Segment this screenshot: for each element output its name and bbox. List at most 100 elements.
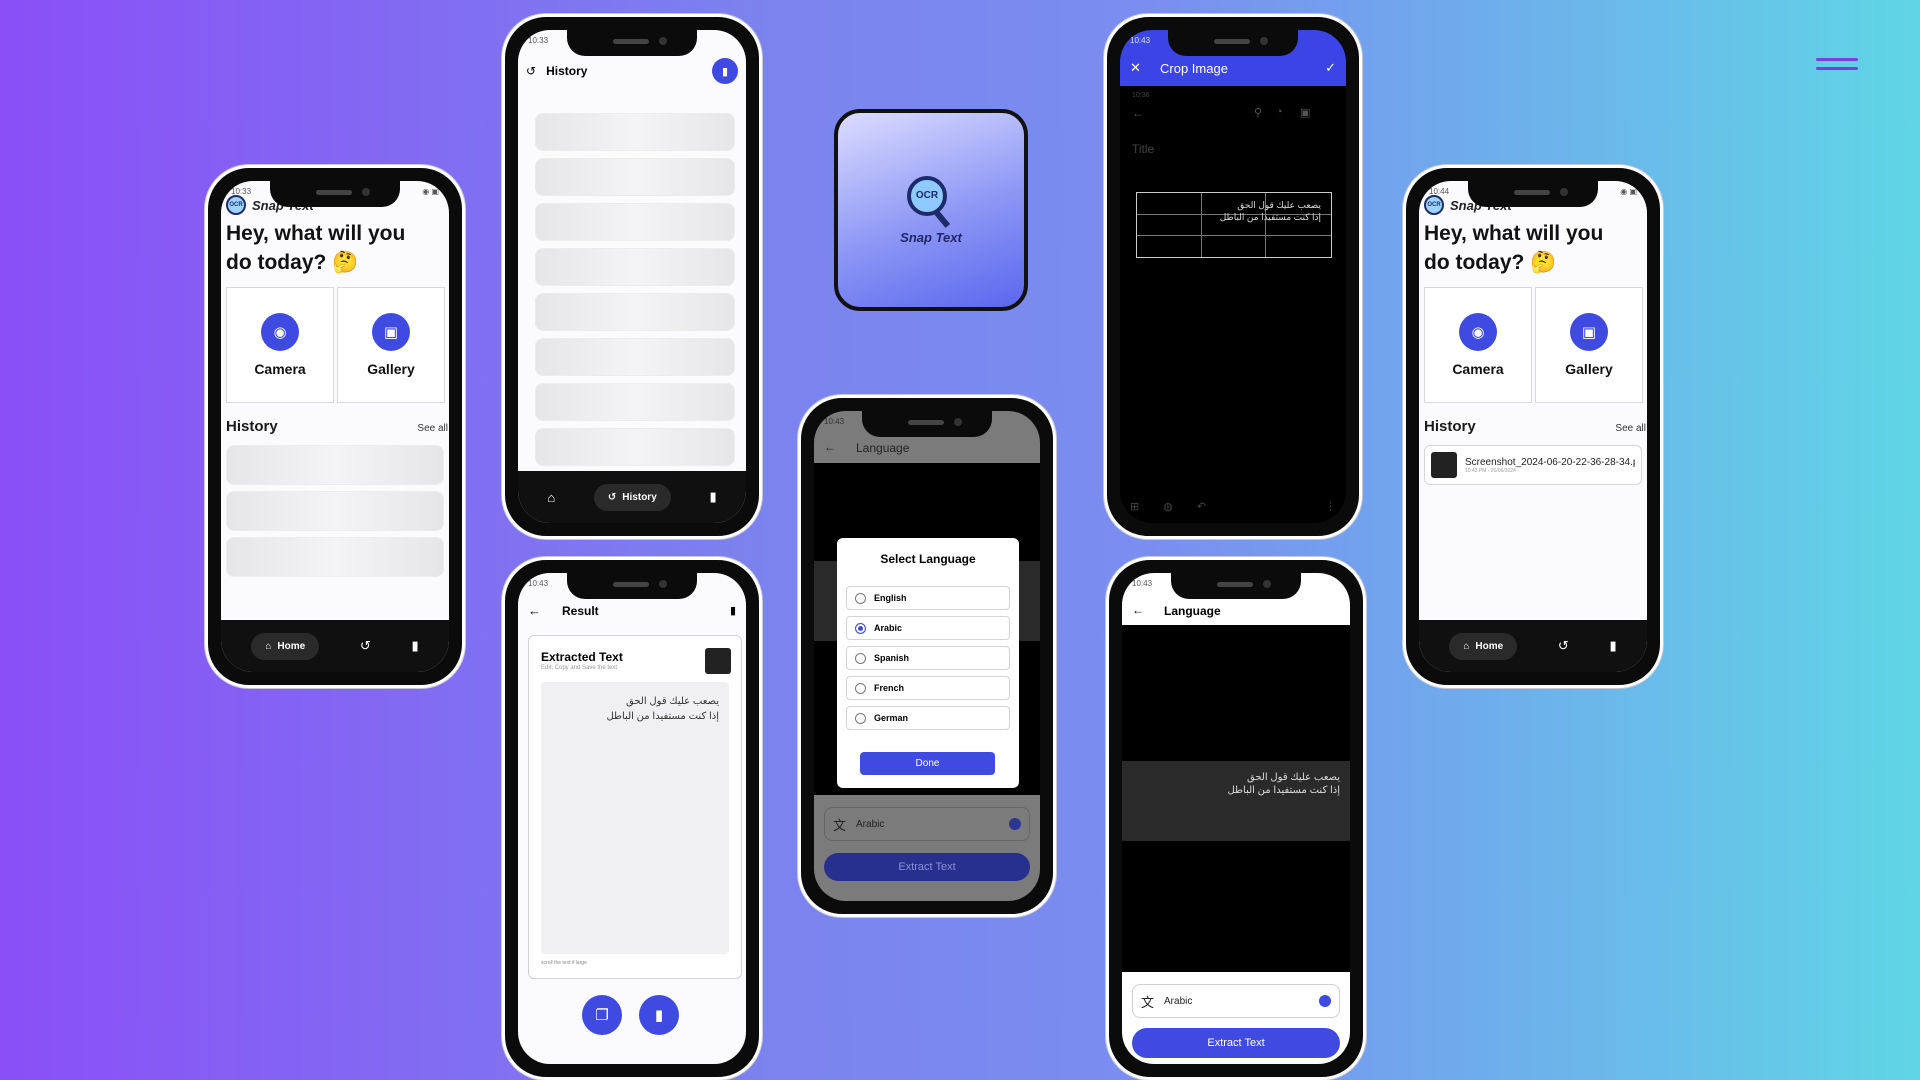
crop-frame[interactable]: يصعب عليك قول الحق إذا كنت مستفيدا من ال… [1136, 192, 1332, 258]
language-option-label: French [874, 683, 905, 693]
radio-icon [855, 682, 866, 694]
screen: 10:44◉ ▣ OCRSnap Text Hey, what will you… [1419, 181, 1647, 672]
nav-home[interactable]: ⌂ Home [251, 632, 320, 660]
history-skeleton [535, 383, 735, 421]
nav-home[interactable]: ⌂ Home [1449, 632, 1518, 660]
language-selector: 文 Arabic [824, 807, 1030, 841]
language-option-german[interactable]: German [846, 706, 1010, 730]
crop-text: يصعب عليك قول الحق إذا كنت مستفيدا من ال… [1219, 200, 1321, 222]
back-icon[interactable]: ← [528, 603, 541, 618]
bottom-nav: ⌂ ↺ History ▮ [518, 471, 746, 523]
radio-icon [855, 652, 866, 664]
select-language-dialog: Select Language English Arabic Spanish Fren… [837, 538, 1019, 788]
radio-icon [855, 712, 866, 724]
language-option-label: English [874, 593, 907, 603]
language-list: English Arabic Spanish French German [846, 586, 1010, 734]
history-skeleton [535, 428, 735, 466]
palette-icon: ◍ [1163, 501, 1173, 513]
thumbnail [705, 648, 731, 674]
camera-button[interactable]: ◉ Camera [226, 287, 334, 403]
pin-icon: ⚲ [1254, 107, 1263, 119]
page-title: Crop Image [1160, 61, 1228, 76]
screen: 10:33◉ ▣ OCRSnap Text Hey, what will you… [221, 181, 449, 672]
language-option-label: German [874, 713, 909, 723]
phone-crop: 10:43 ✕ Crop Image ✓ 10:36 ← ⚲ ◔ ▣ Title… [1104, 14, 1362, 539]
extracted-card: Extracted Text Edit, Copy and Save the t… [528, 635, 742, 979]
screen: 10:33 ↺ History ▮ ⌂ ↺ History ▮ [518, 30, 746, 523]
home-icon: ⌂ [1463, 640, 1470, 652]
history-icon[interactable]: ↺ [360, 638, 371, 654]
delete-button[interactable]: ▮ [712, 58, 738, 84]
back-icon: ← [1132, 106, 1144, 120]
translate-icon: 文 [833, 817, 847, 833]
history-header: History See all [1424, 418, 1646, 435]
page-title: Language [1164, 604, 1221, 618]
menu-icon[interactable] [1816, 58, 1858, 72]
history-skeleton [535, 113, 735, 151]
bottom-nav: ⌂ Home ↺ ▮ [1419, 620, 1647, 672]
bookmark-icon[interactable]: ▮ [709, 489, 716, 505]
history-appbar: ↺ History ▮ [526, 58, 738, 84]
inner-status: 10:36 [1132, 92, 1150, 99]
extract-text-button[interactable]: Extract Text [1132, 1028, 1340, 1058]
home-icon[interactable]: ⌂ [547, 490, 555, 505]
language-option-label: Arabic [874, 623, 903, 633]
history-icon[interactable]: ↺ [1558, 638, 1569, 654]
history-skeleton [535, 158, 735, 196]
more-icon: ⋮ [1325, 501, 1336, 513]
copy-button[interactable]: ❐ [582, 995, 622, 1035]
language-selector[interactable]: 文 Arabic [1132, 984, 1340, 1018]
arrow-circle-icon [1009, 818, 1021, 830]
history-item[interactable]: Screenshot_2024-06-20-22-36-28-34.p 10:4… [1424, 445, 1642, 485]
translate-icon: 文 [1141, 994, 1155, 1010]
gallery-button[interactable]: ▣ Gallery [1535, 287, 1643, 403]
history-item-meta: 10:43 PM - 20/06/2024 [1465, 467, 1516, 474]
see-all-link[interactable]: See all [1615, 423, 1646, 434]
done-button[interactable]: Done [860, 752, 995, 775]
history-skeleton [226, 491, 444, 531]
phone-language: 10:43 ← Language يصعب عليك قول الحق إذا … [1106, 557, 1366, 1080]
language-option-spanish[interactable]: Spanish [846, 646, 1010, 670]
history-skeleton [535, 203, 735, 241]
camera-icon: ◉ [1459, 313, 1497, 351]
extracted-text-area[interactable]: يصعب عليك قول الحق إذا كنت مستفيدا من ال… [541, 682, 729, 954]
copy-icon: ❐ [595, 1007, 609, 1024]
selected-image: يصعب عليك قول الحق إذا كنت مستفيدا من ال… [1122, 761, 1350, 841]
check-icon[interactable]: ✓ [1325, 60, 1336, 76]
back-icon[interactable]: ← [1132, 603, 1144, 617]
camera-button[interactable]: ◉ Camera [1424, 287, 1532, 403]
page-title: Language [856, 441, 910, 455]
history-list [535, 113, 735, 473]
see-all-link[interactable]: See all [417, 423, 448, 434]
history-icon: ↺ [607, 491, 617, 503]
gallery-button[interactable]: ▣ Gallery [337, 287, 445, 403]
camera-icon: ◉ [261, 313, 299, 351]
bookmark-icon[interactable]: ▮ [411, 638, 418, 654]
phone-language-dialog: 10:43 ← Language Select Language English… [798, 395, 1056, 917]
close-icon[interactable]: ✕ [1130, 60, 1141, 76]
scroll-hint: scroll the text if large [541, 960, 587, 966]
page-title: Result [562, 604, 599, 618]
bottom-panel: 文 Arabic Extract Text [1122, 972, 1350, 1064]
add-icon: ⊞ [1130, 501, 1140, 513]
bell-icon: ◔ [1276, 106, 1283, 118]
language-option-arabic[interactable]: Arabic [846, 616, 1010, 640]
radio-icon [855, 622, 866, 634]
nav-history[interactable]: ↺ History [593, 483, 671, 511]
greeting-title: Hey, what will you do today? 🤔 [1424, 222, 1604, 274]
bookmark-add-icon: ▮ [654, 1007, 664, 1024]
language-option-french[interactable]: French [846, 676, 1010, 700]
history-skeleton [226, 537, 444, 577]
save-bookmark-button[interactable]: ▮ [639, 995, 679, 1035]
logo-text: Snap Text [900, 229, 962, 245]
delete-icon[interactable]: ▮ [730, 604, 736, 617]
home-icon: ⌂ [265, 640, 272, 652]
bookmark-icon[interactable]: ▮ [1609, 638, 1616, 654]
undo-icon: ↶ [1196, 501, 1207, 513]
language-option-english[interactable]: English [846, 586, 1010, 610]
thumbnail [1431, 452, 1457, 478]
history-skeleton [226, 445, 444, 485]
screen: 10:43 ← Result ▮ Extracted Text Edit, Co… [518, 573, 746, 1064]
dimmed-bottom: 文 Arabic Extract Text [814, 795, 1040, 901]
card-subtitle: Edit, Copy and Save the text [541, 665, 618, 671]
